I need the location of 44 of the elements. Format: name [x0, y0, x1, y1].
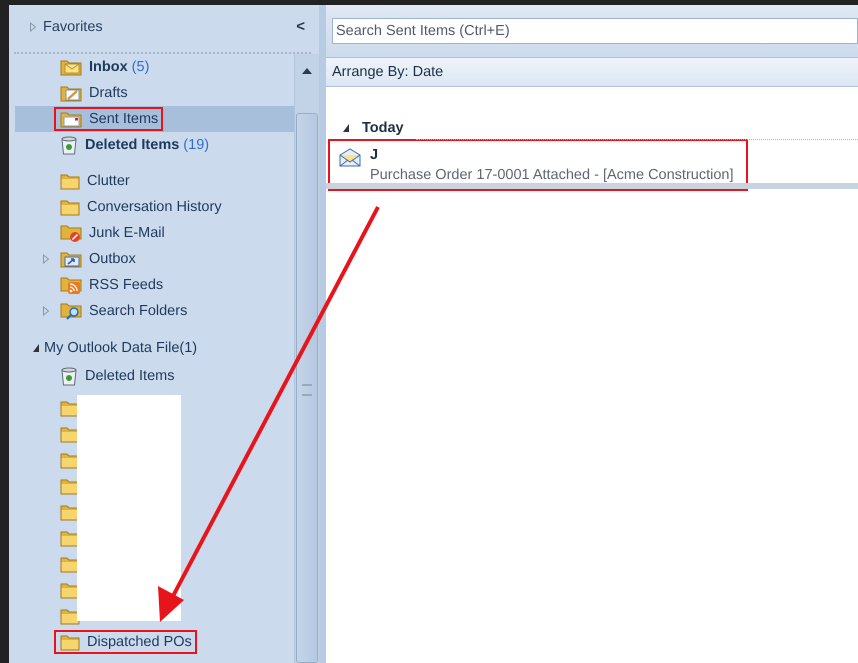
folder-label[interactable]: Search Folders	[89, 303, 188, 319]
folder-icon	[59, 633, 81, 651]
trash-icon	[59, 366, 79, 386]
outbox-icon	[59, 250, 83, 268]
folder-icon	[59, 198, 81, 216]
search-field[interactable]: Search Sent Items (Ctrl+E)	[332, 18, 858, 44]
message-sender: J	[370, 147, 380, 163]
trash-icon	[59, 135, 79, 155]
folder-label[interactable]: RSS Feeds	[89, 277, 164, 293]
folder-label[interactable]: Junk E-Mail	[89, 225, 165, 241]
inbox-icon	[59, 58, 83, 76]
scrollbar-thumb[interactable]	[296, 113, 318, 663]
collapse-arrow-icon[interactable]	[32, 343, 40, 353]
folder-label[interactable]: Deleted Items	[85, 368, 174, 384]
folder-label[interactable]: Inbox	[89, 59, 128, 75]
unread-count: (5)	[132, 59, 150, 75]
message-subject: Purchase Order 17-0001 Attached - [Acme Construction]	[370, 167, 734, 183]
sent-items-icon	[59, 110, 83, 128]
expand-arrow-icon[interactable]	[42, 254, 50, 264]
envelope-icon	[338, 147, 362, 167]
unread-count: (19)	[183, 137, 210, 153]
folder-label[interactable]: Dispatched POs	[87, 634, 192, 650]
expand-arrow-icon[interactable]	[42, 306, 50, 316]
group-header[interactable]: Today	[362, 120, 404, 136]
scroll-up-icon[interactable]	[301, 67, 313, 75]
folder-label[interactable]: Clutter	[87, 173, 130, 189]
arrange-by-bar[interactable]: Arrange By: Date	[326, 58, 858, 87]
junk-icon	[59, 223, 83, 243]
data-file-header[interactable]: My Outlook Data File(1)	[44, 340, 198, 356]
folder-label[interactable]: Conversation History	[87, 199, 222, 215]
folder-label[interactable]: Deleted Items	[85, 137, 180, 153]
folder-icon	[59, 607, 81, 625]
collapse-arrow-icon[interactable]	[342, 123, 350, 133]
folder-icon	[59, 172, 81, 190]
folder-label[interactable]: Drafts	[89, 85, 128, 101]
expand-arrow-icon[interactable]	[29, 22, 37, 32]
rss-icon	[59, 275, 83, 295]
folder-label[interactable]: Outbox	[89, 251, 136, 267]
favorites-header[interactable]: Favorites	[43, 18, 284, 34]
drafts-icon	[59, 84, 83, 102]
search-folder-icon	[59, 301, 83, 321]
arrange-by-label[interactable]: Arrange By: Date	[332, 64, 444, 80]
folder-label[interactable]: Sent Items	[89, 111, 158, 127]
collapse-pane-button[interactable]: <	[290, 18, 311, 35]
